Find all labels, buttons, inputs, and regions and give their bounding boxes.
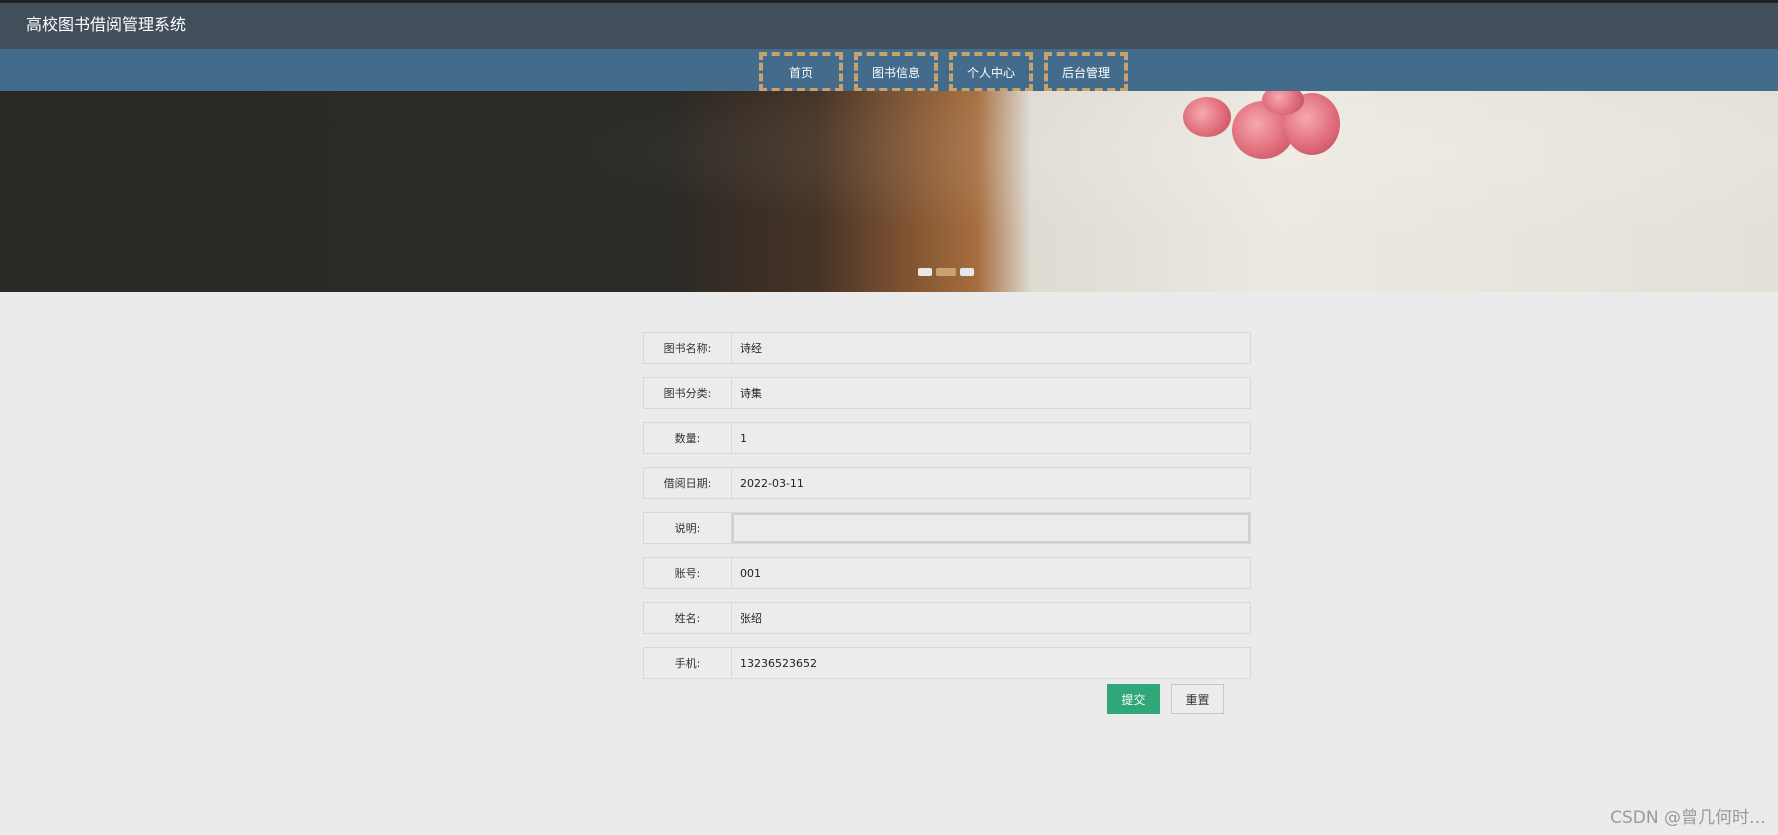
app-title: 高校图书借阅管理系统 xyxy=(26,15,187,34)
form-row-description: 说明: xyxy=(643,512,1251,544)
name-label: 姓名: xyxy=(644,603,732,633)
flower-decoration xyxy=(1183,97,1231,137)
book-category-label: 图书分类: xyxy=(644,378,732,408)
nav-item-personal-center[interactable]: 个人中心 xyxy=(949,52,1033,92)
form-row-borrow-date: 借阅日期: 2022-03-11 xyxy=(643,467,1251,499)
form-row-quantity: 数量: 1 xyxy=(643,422,1251,454)
nav-item-home[interactable]: 首页 xyxy=(759,52,843,92)
description-label: 说明: xyxy=(644,513,732,543)
borrow-date-field[interactable]: 2022-03-11 xyxy=(740,468,804,498)
reset-button[interactable]: 重置 xyxy=(1171,684,1224,714)
name-field[interactable]: 张绍 xyxy=(740,603,762,633)
nav-item-book-info[interactable]: 图书信息 xyxy=(854,52,938,92)
borrow-date-label: 借阅日期: xyxy=(644,468,732,498)
phone-field[interactable]: 13236523652 xyxy=(740,648,817,678)
description-input[interactable] xyxy=(732,513,1250,543)
form-row-name: 姓名: 张绍 xyxy=(643,602,1251,634)
watermark: CSDN @曾几何时… xyxy=(1610,808,1766,828)
title-bar: 高校图书借阅管理系统 xyxy=(0,3,1778,49)
phone-label: 手机: xyxy=(644,648,732,678)
carousel-dot-3[interactable] xyxy=(960,268,974,276)
account-field[interactable]: 001 xyxy=(740,558,761,588)
book-name-field[interactable]: 诗经 xyxy=(740,333,762,363)
borrow-form: 图书名称: 诗经 图书分类: 诗集 数量: 1 借阅日期: 2022-03-11… xyxy=(643,332,1251,692)
form-row-phone: 手机: 13236523652 xyxy=(643,647,1251,679)
quantity-label: 数量: xyxy=(644,423,732,453)
quantity-field[interactable]: 1 xyxy=(740,423,747,453)
banner-image xyxy=(0,91,1778,292)
account-label: 账号: xyxy=(644,558,732,588)
form-row-account: 账号: 001 xyxy=(643,557,1251,589)
carousel-dot-2[interactable] xyxy=(936,268,956,276)
form-row-book-category: 图书分类: 诗集 xyxy=(643,377,1251,409)
nav-bar: 首页 图书信息 个人中心 后台管理 xyxy=(0,49,1778,92)
nav-item-admin[interactable]: 后台管理 xyxy=(1044,52,1128,92)
submit-button[interactable]: 提交 xyxy=(1107,684,1160,714)
carousel-dot-1[interactable] xyxy=(918,268,932,276)
book-name-label: 图书名称: xyxy=(644,333,732,363)
form-row-book-name: 图书名称: 诗经 xyxy=(643,332,1251,364)
banner-carousel xyxy=(0,91,1778,292)
book-category-field[interactable]: 诗集 xyxy=(740,378,762,408)
